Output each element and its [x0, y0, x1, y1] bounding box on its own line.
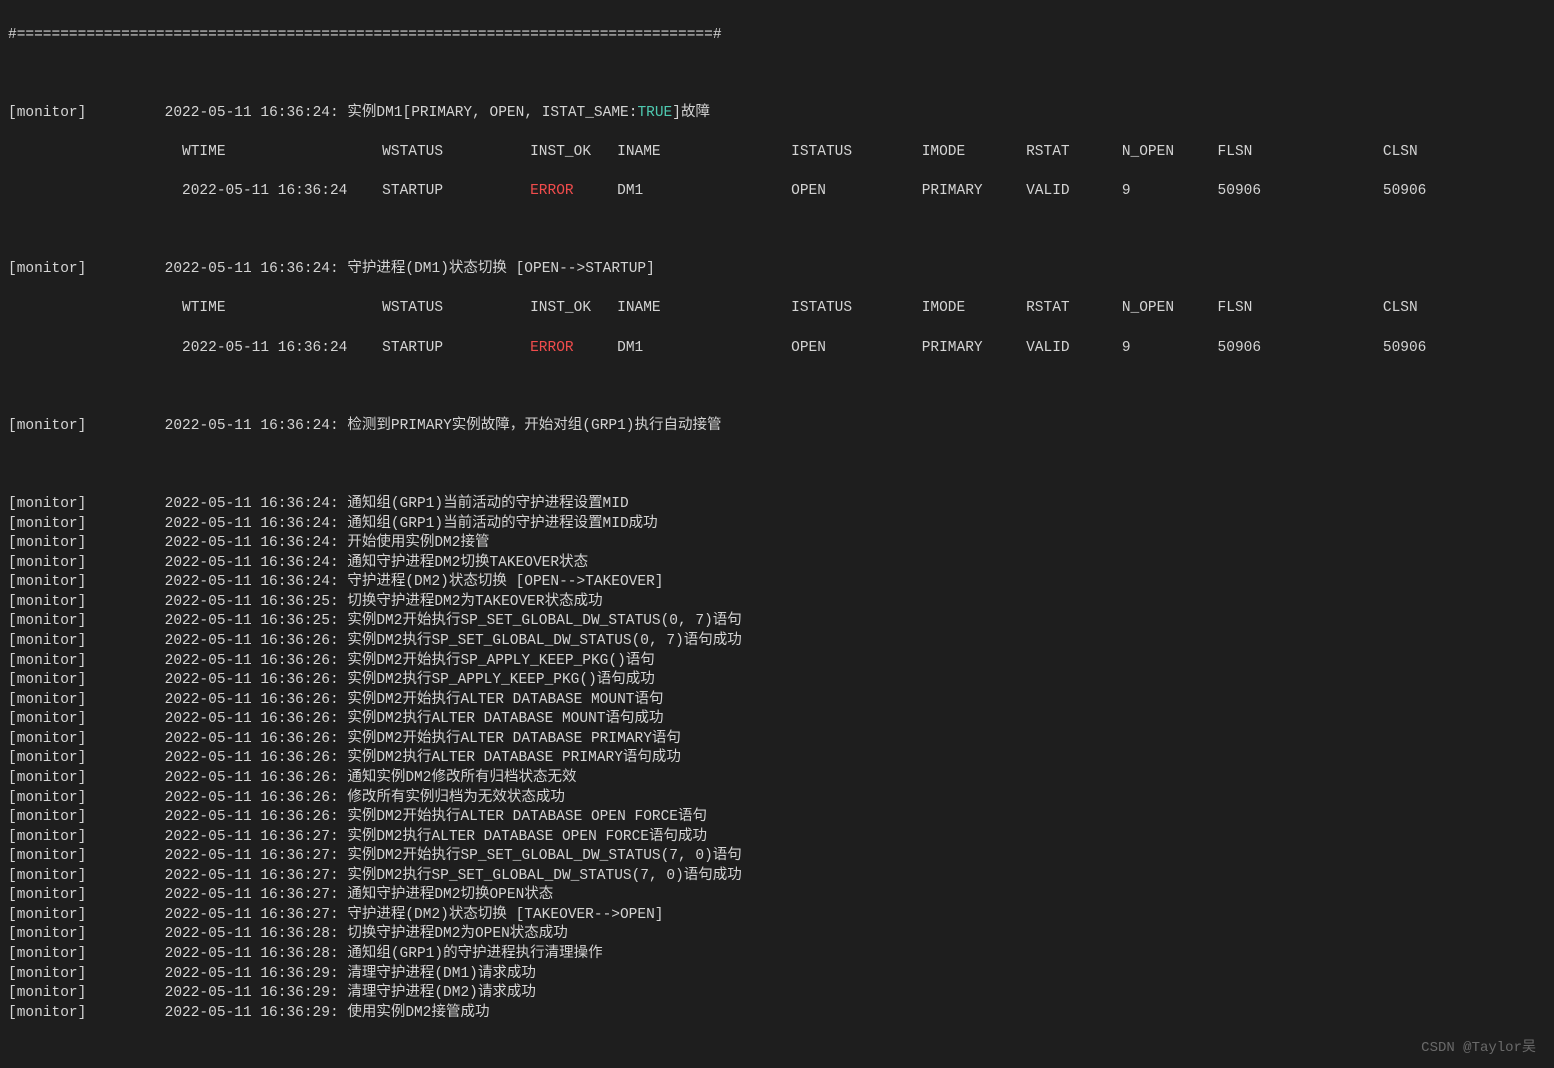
log-line: [monitor] 2022-05-11 16:36:24: 守护进程(DM2)…: [8, 573, 1546, 593]
blank-line: [8, 221, 1546, 241]
log-line: [monitor] 2022-05-11 16:36:27: 守护进程(DM2)…: [8, 906, 1546, 926]
row-block1-hdr: WTIME WSTATUS INST_OK INAME ISTATUS IMOD…: [8, 143, 1546, 163]
log-line: [monitor] 2022-05-11 16:36:27: 通知守护进程DM2…: [8, 886, 1546, 906]
monitor-tag: [monitor]: [8, 105, 86, 121]
row-block2-l1: [monitor] 2022-05-11 16:36:24: 守护进程(DM1)…: [8, 260, 1546, 280]
log-line: [monitor] 2022-05-11 16:36:26: 实例DM2执行SP…: [8, 632, 1546, 652]
log-line: [monitor] 2022-05-11 16:36:28: 通知组(GRP1)…: [8, 945, 1546, 965]
log-line: [monitor] 2022-05-11 16:36:25: 切换守护进程DM2…: [8, 593, 1546, 613]
monitor-tag: [monitor]: [8, 418, 86, 434]
log-line: [monitor] 2022-05-11 16:36:26: 实例DM2开始执行…: [8, 730, 1546, 750]
monitor-tag: [monitor]: [8, 261, 86, 277]
log-line: [monitor] 2022-05-11 16:36:29: 使用实例DM2接管…: [8, 1004, 1546, 1024]
log-lines: [monitor] 2022-05-11 16:36:24: 通知组(GRP1)…: [8, 495, 1546, 1023]
row-block2-val: 2022-05-11 16:36:24 STARTUP ERROR DM1 OP…: [8, 339, 1546, 359]
log-line: [monitor] 2022-05-11 16:36:28: 切换守护进程DM2…: [8, 925, 1546, 945]
log-line: [monitor] 2022-05-11 16:36:26: 实例DM2执行AL…: [8, 710, 1546, 730]
row-block2-hdr: WTIME WSTATUS INST_OK INAME ISTATUS IMOD…: [8, 299, 1546, 319]
blank-line: [8, 378, 1546, 398]
log-line: [monitor] 2022-05-11 16:36:25: 实例DM2开始执行…: [8, 612, 1546, 632]
log-line: [monitor] 2022-05-11 16:36:26: 实例DM2开始执行…: [8, 652, 1546, 672]
log-line: [monitor] 2022-05-11 16:36:27: 实例DM2开始执行…: [8, 847, 1546, 867]
log-line: [monitor] 2022-05-11 16:36:24: 通知组(GRP1)…: [8, 515, 1546, 535]
row-block1-val: 2022-05-11 16:36:24 STARTUP ERROR DM1 OP…: [8, 182, 1546, 202]
log-line: [monitor] 2022-05-11 16:36:24: 开始使用实例DM2…: [8, 534, 1546, 554]
true-token: TRUE: [637, 105, 672, 121]
log-line: [monitor] 2022-05-11 16:36:29: 清理守护进程(DM…: [8, 984, 1546, 1004]
log-line: [monitor] 2022-05-11 16:36:26: 实例DM2开始执行…: [8, 808, 1546, 828]
divider-line: #=======================================…: [8, 26, 1546, 46]
log-line: [monitor] 2022-05-11 16:36:26: 通知实例DM2修改…: [8, 769, 1546, 789]
error-token: ERROR: [530, 340, 617, 356]
log-line: [monitor] 2022-05-11 16:36:26: 修改所有实例归档为…: [8, 789, 1546, 809]
row-detect: [monitor] 2022-05-11 16:36:24: 检测到PRIMAR…: [8, 417, 1546, 437]
log-line: [monitor] 2022-05-11 16:36:24: 通知组(GRP1)…: [8, 495, 1546, 515]
watermark: CSDN @Taylor吴: [1421, 1039, 1536, 1058]
blank-line: [8, 456, 1546, 476]
terminal-output: #=======================================…: [0, 0, 1554, 1068]
log-line: [monitor] 2022-05-11 16:36:27: 实例DM2执行AL…: [8, 828, 1546, 848]
log-line: [monitor] 2022-05-11 16:36:24: 通知守护进程DM2…: [8, 554, 1546, 574]
log-line: [monitor] 2022-05-11 16:36:29: 清理守护进程(DM…: [8, 965, 1546, 985]
error-token: ERROR: [530, 183, 617, 199]
log-line: [monitor] 2022-05-11 16:36:27: 实例DM2执行SP…: [8, 867, 1546, 887]
log-line: [monitor] 2022-05-11 16:36:26: 实例DM2执行AL…: [8, 749, 1546, 769]
blank-line: [8, 65, 1546, 85]
log-line: [monitor] 2022-05-11 16:36:26: 实例DM2执行SP…: [8, 671, 1546, 691]
row-block1-l1: [monitor] 2022-05-11 16:36:24: 实例DM1[PRI…: [8, 104, 1546, 124]
log-line: [monitor] 2022-05-11 16:36:26: 实例DM2开始执行…: [8, 691, 1546, 711]
